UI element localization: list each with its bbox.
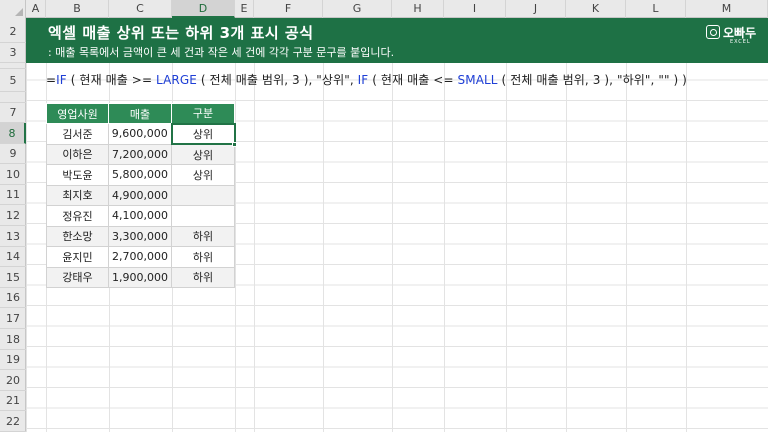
column-header-e[interactable]: E — [235, 0, 254, 18]
row-header-8[interactable]: 8 — [0, 123, 26, 144]
table-row: 정유진 4,100,000 — [46, 205, 235, 227]
brand-logo-icon — [706, 25, 720, 39]
column-header-c[interactable]: C — [109, 0, 172, 18]
cell-category[interactable] — [171, 184, 235, 206]
row-header-20[interactable]: 20 — [0, 370, 26, 391]
table-row: 이하은 7,200,000 상위 — [46, 143, 235, 165]
row-header-2[interactable]: 2 — [0, 18, 26, 43]
formula-text[interactable]: =IF ( 현재 매출 >= LARGE ( 전체 매출 범위, 3 ), "상… — [46, 71, 687, 88]
fill-handle[interactable] — [232, 142, 237, 147]
formula-function-if: IF — [357, 73, 369, 87]
row-header-3[interactable]: 3 — [0, 43, 26, 63]
cell-category[interactable]: 하위 — [171, 246, 235, 268]
header-sales[interactable]: 매출 — [108, 103, 172, 124]
formula-function-small: SMALL — [457, 73, 498, 87]
header-salesperson[interactable]: 영업사원 — [46, 103, 109, 124]
cell-sales[interactable]: 7,200,000 — [108, 143, 172, 165]
cell-sales[interactable]: 2,700,000 — [108, 246, 172, 268]
column-header-b[interactable]: B — [46, 0, 109, 18]
formula-part: ( 현재 매출 >= — [66, 73, 157, 87]
row-header-18[interactable]: 18 — [0, 329, 26, 350]
cell-sales[interactable]: 5,800,000 — [108, 164, 172, 186]
cell-sales[interactable]: 9,600,000 — [108, 123, 172, 145]
table-row: 강태우 1,900,000 하위 — [46, 266, 235, 288]
column-header-g[interactable]: G — [323, 0, 392, 18]
column-header-m[interactable]: M — [686, 0, 768, 18]
cell-salesperson[interactable]: 박도윤 — [46, 164, 109, 186]
column-header-k[interactable]: K — [566, 0, 626, 18]
cell-salesperson[interactable]: 최지호 — [46, 184, 109, 206]
row-header-22[interactable]: 22 — [0, 411, 26, 432]
row-header-17[interactable]: 17 — [0, 308, 26, 329]
page-subtitle: : 매출 목록에서 금액이 큰 세 건과 작은 세 건에 각각 구분 문구를 붙… — [48, 46, 395, 59]
cell-salesperson[interactable]: 김서준 — [46, 123, 109, 145]
row-header-12[interactable]: 12 — [0, 205, 26, 226]
table-row: 박도윤 5,800,000 상위 — [46, 164, 235, 186]
brand-logo-subtext: EXCEL — [730, 39, 751, 45]
column-header-j[interactable]: J — [506, 0, 566, 18]
select-all-corner[interactable] — [0, 0, 26, 18]
cell-category[interactable]: 하위 — [171, 225, 235, 247]
cell-category[interactable]: 상위 — [171, 164, 235, 186]
formula-part: ( 현재 매출 <= — [368, 73, 458, 87]
cell-sales[interactable]: 3,300,000 — [108, 225, 172, 247]
row-header-5[interactable]: 5 — [0, 69, 26, 92]
cell-category[interactable] — [171, 205, 235, 227]
header-category[interactable]: 구분 — [171, 103, 235, 124]
sales-table: 영업사원 매출 구분 김서준 9,600,000 상위 이하은 7,200,00… — [46, 103, 236, 288]
cell-salesperson[interactable]: 한소망 — [46, 225, 109, 247]
row-header-16[interactable]: 16 — [0, 288, 26, 308]
column-header-a[interactable]: A — [26, 0, 46, 18]
column-header-f[interactable]: F — [254, 0, 323, 18]
column-header-i[interactable]: I — [444, 0, 506, 18]
cell-category-active[interactable]: 상위 — [170, 122, 236, 145]
formula-function-if: IF — [56, 73, 67, 87]
row-header-6[interactable]: 6 — [0, 92, 26, 103]
cell-salesperson[interactable]: 강태우 — [46, 266, 109, 288]
cell-category[interactable]: 하위 — [171, 266, 235, 288]
row-header-19[interactable]: 19 — [0, 350, 26, 370]
cell-sales[interactable]: 1,900,000 — [108, 266, 172, 288]
row-header-9[interactable]: 9 — [0, 144, 26, 164]
row-header-10[interactable]: 10 — [0, 164, 26, 185]
cell-salesperson[interactable]: 윤지민 — [46, 246, 109, 268]
cell-sales[interactable]: 4,900,000 — [108, 184, 172, 206]
column-header-d[interactable]: D — [172, 0, 235, 18]
cell-salesperson[interactable]: 이하은 — [46, 143, 109, 165]
row-header-14[interactable]: 14 — [0, 247, 26, 267]
cell-salesperson[interactable]: 정유진 — [46, 205, 109, 227]
row-header-15[interactable]: 15 — [0, 267, 26, 288]
table-header-row: 영업사원 매출 구분 — [46, 103, 235, 124]
formula-function-large: LARGE — [156, 73, 197, 87]
table-row: 한소망 3,300,000 하위 — [46, 225, 235, 247]
cell-category[interactable]: 상위 — [171, 143, 235, 165]
cell-sales[interactable]: 4,100,000 — [108, 205, 172, 227]
brand-logo: 오빠두 EXCEL — [706, 24, 762, 56]
row-header-21[interactable]: 21 — [0, 391, 26, 411]
formula-part: ( 전체 매출 범위, 3 ), "상위", — [196, 73, 358, 87]
row-header-13[interactable]: 13 — [0, 226, 26, 247]
table-row: 최지호 4,900,000 — [46, 184, 235, 206]
table-row: 김서준 9,600,000 상위 — [46, 122, 236, 145]
formula-part: ( 전체 매출 범위, 3 ), "하위", "" ) ) — [497, 73, 687, 87]
row-header-7[interactable]: 7 — [0, 103, 26, 123]
page-title: 엑셀 매출 상위 또는 하위 3개 표시 공식 — [48, 24, 314, 42]
row-header-11[interactable]: 11 — [0, 185, 26, 205]
column-header-l[interactable]: L — [626, 0, 686, 18]
table-row: 윤지민 2,700,000 하위 — [46, 246, 235, 268]
formula-part: = — [46, 73, 57, 87]
column-header-h[interactable]: H — [392, 0, 444, 18]
